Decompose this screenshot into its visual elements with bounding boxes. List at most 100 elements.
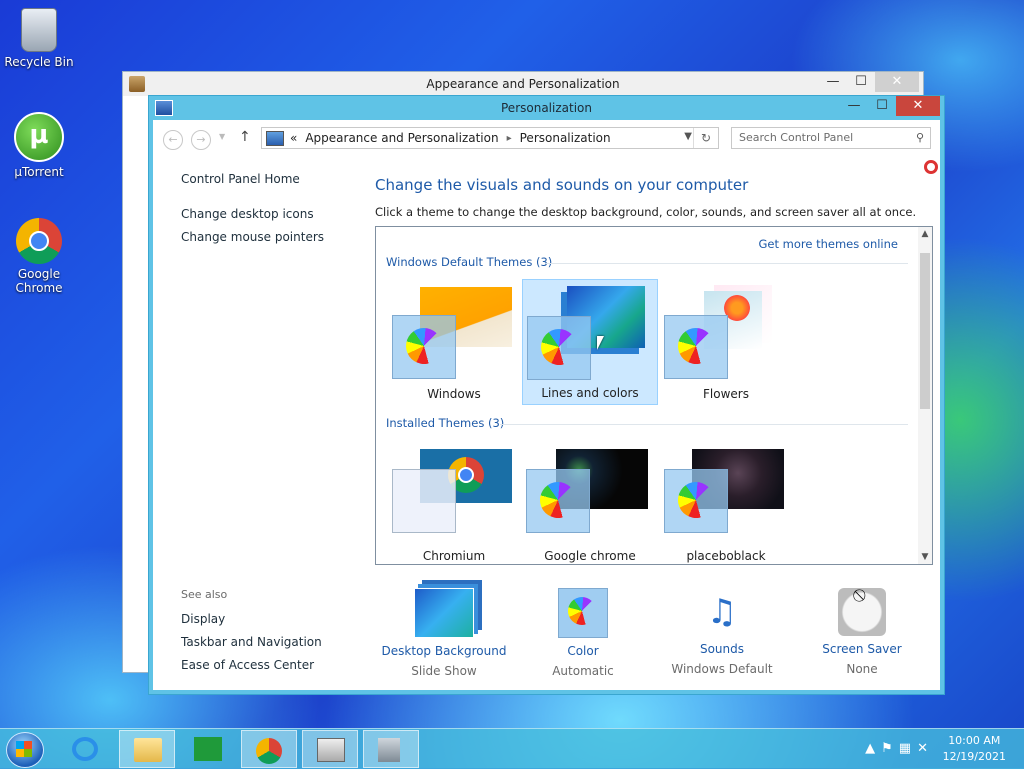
mouse-cursor-icon [597, 336, 604, 350]
help-icon[interactable] [924, 160, 938, 174]
display-link[interactable]: Display [181, 612, 225, 626]
recent-pages-icon[interactable]: ▼ [219, 132, 225, 141]
file-explorer-icon [134, 738, 162, 762]
screen-saver-icon [838, 588, 886, 636]
color-fan-icon [526, 469, 590, 533]
screen-saver-setting[interactable]: Screen Saver None [797, 588, 927, 676]
clock-date: 12/19/2021 [942, 750, 1006, 763]
color-fan-icon [392, 315, 456, 379]
theme-windows[interactable]: Windows [386, 279, 522, 405]
system-tray[interactable]: ▲⚑▦✕ [865, 741, 934, 756]
taskbar-internet-explorer[interactable] [58, 730, 114, 768]
theme-google-chrome[interactable]: Google chrome [522, 441, 658, 564]
ease-of-access-link[interactable]: Ease of Access Center [181, 658, 314, 672]
clock[interactable]: 10:00 AM 12/19/2021 [943, 733, 1006, 765]
page-title: Change the visuals and sounds on your co… [375, 176, 749, 194]
address-bar[interactable]: « Appearance and Personalization ▸ Perso… [261, 127, 719, 149]
change-desktop-icons-link[interactable]: Change desktop icons [181, 207, 314, 221]
theme-list-scrollbar[interactable]: ▲ ▼ [918, 227, 932, 564]
scroll-up-icon[interactable]: ▲ [918, 227, 932, 241]
maximize-button[interactable]: ☐ [847, 72, 875, 92]
server-icon [378, 738, 400, 762]
maximize-button[interactable]: ☐ [868, 96, 896, 116]
chrome-icon [16, 218, 62, 264]
search-placeholder: Search Control Panel [739, 131, 854, 144]
taskbar-navigation-link[interactable]: Taskbar and Navigation [181, 635, 322, 649]
internet-explorer-icon [72, 737, 98, 761]
see-also-label: See also [181, 588, 228, 601]
action-center-flag-icon[interactable]: ⚑ [881, 741, 899, 756]
control-panel-icon [129, 76, 145, 92]
personalization-titlebar[interactable]: Personalization — ☐ ✕ [149, 96, 944, 120]
theme-label: Chromium [422, 549, 486, 563]
desktop-icon-recycle-bin[interactable]: Recycle Bin [4, 8, 74, 69]
change-mouse-pointers-link[interactable]: Change mouse pointers [181, 230, 324, 244]
desktop-icon-google-chrome[interactable]: Google Chrome [4, 218, 74, 295]
theme-lines-and-colors[interactable]: Lines and colors [522, 279, 658, 405]
close-button[interactable]: ✕ [896, 96, 940, 116]
taskbar-chrome[interactable] [241, 730, 297, 768]
search-input[interactable]: Search Control Panel ⚲ [731, 127, 931, 149]
breadcrumb-separator-icon[interactable]: ▸ [507, 133, 512, 144]
start-button[interactable] [6, 732, 44, 768]
address-prefix: « [290, 131, 298, 145]
breadcrumb-appearance[interactable]: Appearance and Personalization [305, 131, 498, 145]
desktop-background-icon [414, 588, 474, 638]
theme-label: Google chrome [544, 549, 636, 563]
taskbar-app[interactable] [302, 730, 358, 768]
control-panel-home-link[interactable]: Control Panel Home [181, 172, 300, 186]
store-icon [194, 737, 222, 761]
setting-title[interactable]: Desktop Background [379, 644, 509, 658]
setting-title[interactable]: Screen Saver [797, 642, 927, 656]
close-button[interactable]: ✕ [875, 72, 919, 92]
theme-chromium[interactable]: Chromium [386, 441, 522, 564]
show-hidden-icons-icon[interactable]: ▲ [865, 741, 881, 756]
theme-placeboblack[interactable]: placeboblack [658, 441, 794, 564]
theme-list[interactable]: Get more themes online Windows Default T… [375, 226, 933, 565]
setting-title[interactable]: Sounds [657, 642, 787, 656]
taskbar-store[interactable] [180, 730, 236, 768]
group-installed-themes: Installed Themes (3) [386, 416, 505, 430]
desktop-background-setting[interactable]: Desktop Background Slide Show [379, 588, 509, 678]
volume-muted-icon[interactable]: ✕ [917, 741, 934, 756]
theme-flowers[interactable]: Flowers [658, 279, 794, 405]
group-divider [546, 263, 908, 264]
setting-title[interactable]: Color [518, 644, 648, 658]
sounds-setting[interactable]: ♫ Sounds Windows Default [657, 588, 787, 676]
sounds-icon: ♫ [706, 592, 738, 632]
search-icon[interactable]: ⚲ [916, 128, 924, 148]
group-divider [500, 424, 908, 425]
utorrent-icon: µ [14, 112, 64, 162]
recycle-bin-icon [21, 8, 57, 52]
setting-value: None [846, 662, 878, 676]
theme-label: placeboblack [686, 549, 766, 563]
minimize-button[interactable]: — [840, 96, 868, 116]
chrome-icon [256, 738, 282, 764]
forward-button[interactable]: → [191, 130, 211, 150]
color-fan-icon [664, 315, 728, 379]
scroll-down-icon[interactable]: ▼ [918, 550, 932, 564]
breadcrumb-personalization[interactable]: Personalization [520, 131, 611, 145]
taskbar-control-panel[interactable] [363, 730, 419, 768]
archive-icon [317, 738, 345, 762]
color-icon [558, 588, 608, 638]
network-icon[interactable]: ▦ [899, 741, 917, 756]
appearance-titlebar[interactable]: Appearance and Personalization — ☐ ✕ [123, 72, 923, 96]
color-fan-icon [664, 469, 728, 533]
desktop-icon-label: µTorrent [14, 165, 64, 179]
taskbar-file-explorer[interactable] [119, 730, 175, 768]
desktop-icon-label: Google Chrome [15, 267, 63, 295]
color-setting[interactable]: Color Automatic [518, 588, 648, 678]
appearance-title: Appearance and Personalization [426, 77, 620, 91]
up-button[interactable]: ↑ [239, 129, 251, 145]
desktop-icon-utorrent[interactable]: µ µTorrent [4, 112, 74, 179]
scroll-thumb[interactable] [920, 253, 930, 409]
chevron-down-icon[interactable]: ▼ [684, 131, 692, 142]
get-more-themes-link[interactable]: Get more themes online [759, 237, 898, 251]
back-button[interactable]: ← [163, 130, 183, 150]
personalization-window[interactable]: Personalization — ☐ ✕ ← → ▼ ↑ « Appearan… [148, 95, 945, 695]
window-title: Personalization [501, 101, 592, 115]
theme-label: Flowers [703, 387, 749, 401]
refresh-icon[interactable]: ↻ [693, 128, 718, 148]
minimize-button[interactable]: — [819, 72, 847, 92]
